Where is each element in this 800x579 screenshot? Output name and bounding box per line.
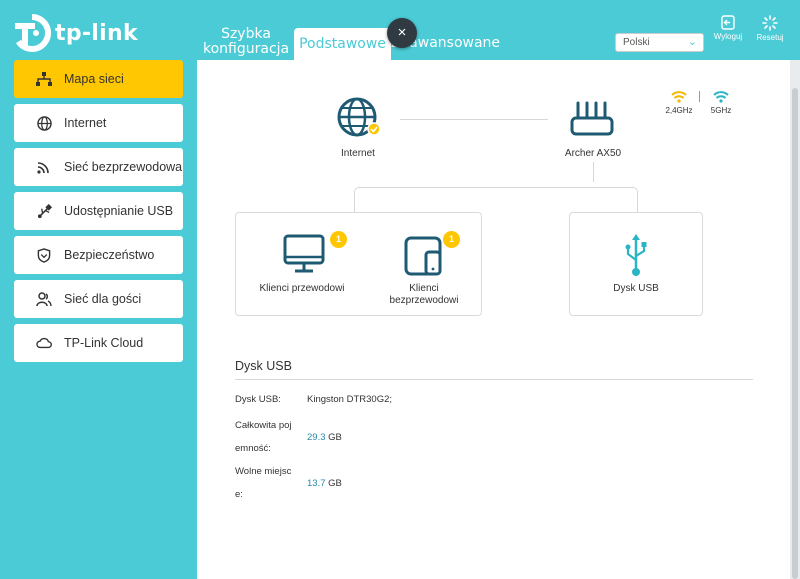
sidebar-item-label: Sieć bezprzewodowa — [64, 160, 183, 174]
internet-label: Internet — [341, 148, 375, 159]
free-space-number: 13.7 — [307, 478, 326, 489]
total-capacity-label-line1: Całkowita poj — [235, 420, 292, 431]
total-capacity-value: 29.3 GB — [307, 432, 342, 443]
globe-icon — [337, 97, 381, 137]
sidebar-item-tp-link-cloud[interactable]: TP-Link Cloud — [14, 324, 183, 362]
sidebar-item-security[interactable]: Bezpieczeństwo — [14, 236, 183, 274]
tab-quick-setup-line1: Szybka — [221, 26, 271, 42]
wifi-5ghz-icon — [713, 91, 729, 103]
tablet-phone-icon — [404, 236, 442, 276]
wifi-24ghz-indicator[interactable]: 2,4GHz — [664, 90, 694, 115]
cloud-icon — [36, 335, 52, 351]
sidebar-item-label: Udostępnianie USB — [64, 204, 174, 218]
total-capacity-label-line2: emność: — [235, 443, 271, 454]
reset-icon — [762, 15, 778, 31]
tree-connector — [354, 187, 638, 213]
usb-disk-field-label: Dysk USB: — [235, 394, 281, 405]
language-select[interactable]: Polski ⌄ — [615, 33, 704, 52]
usb-disk-field-value: Kingston DTR30G2; — [307, 394, 393, 405]
tp-link-logo: tp-link — [13, 14, 138, 52]
router-down-link — [593, 162, 594, 182]
wired-clients-label: Klienci przewodowi — [259, 283, 345, 294]
sidebar-item-label: TP-Link Cloud — [64, 336, 144, 350]
free-space-label: Wolne miejsc e: — [235, 460, 303, 506]
total-capacity-unit: GB — [328, 432, 342, 443]
internet-router-link — [400, 119, 548, 120]
wifi-divider — [699, 91, 700, 102]
scrollbar-thumb[interactable] — [792, 88, 798, 579]
tp-link-logo-icon — [15, 14, 51, 52]
sidebar-item-usb-sharing[interactable]: Udostępnianie USB — [14, 192, 183, 230]
usb-disk-node — [623, 232, 649, 278]
router-node[interactable] — [569, 100, 615, 140]
wifi-24ghz-label: 2,4GHz — [665, 106, 693, 115]
wireless-clients-label: Klienci bezprzewodowi — [376, 283, 472, 307]
tab-quick-setup[interactable]: Szybka konfiguracja — [203, 27, 289, 57]
wireless-clients-node[interactable] — [404, 236, 444, 276]
wireless-clients-label-line1: Klienci — [409, 283, 439, 294]
reset-label: Resetuj — [756, 33, 784, 42]
usb-section-title: Dysk USB — [235, 359, 292, 373]
router-icon — [570, 101, 614, 136]
free-space-label-line1: Wolne miejsc — [235, 466, 292, 477]
wifi-24ghz-icon — [671, 91, 687, 103]
sidebar-item-network-map[interactable]: Mapa sieci — [14, 60, 183, 98]
shield-icon — [36, 247, 52, 263]
logout-icon — [721, 15, 735, 30]
usb-section-divider — [235, 379, 753, 380]
sidebar-item-wireless[interactable]: Sieć bezprzewodowa — [14, 148, 183, 186]
logout-label: Wyloguj — [713, 32, 743, 41]
wireless-icon — [36, 159, 52, 175]
tab-quick-setup-line2: konfiguracja — [203, 41, 290, 57]
wireless-clients-count-badge: 1 — [443, 231, 460, 248]
tab-basic[interactable]: Podstawowe — [294, 28, 391, 60]
sidebar-item-label: Bezpieczeństwo — [64, 248, 155, 262]
free-space-label-line2: e: — [235, 489, 243, 500]
wifi-5ghz-indicator[interactable]: 5GHz — [708, 90, 734, 115]
free-space-value: 13.7 GB — [307, 478, 342, 489]
internet-node[interactable] — [335, 95, 385, 140]
total-capacity-label: Całkowita poj emność: — [235, 414, 303, 460]
sidebar-item-internet[interactable]: Internet — [14, 104, 183, 142]
sidebar-item-label: Mapa sieci — [64, 72, 124, 86]
chevron-down-icon: ⌄ — [687, 36, 697, 48]
guests-icon — [36, 291, 52, 307]
network-map-icon — [36, 71, 52, 87]
close-button[interactable]: × — [387, 18, 417, 48]
wireless-clients-label-line2: bezprzewodowi — [389, 295, 459, 306]
router-label: Archer AX50 — [564, 148, 622, 159]
wired-clients-count-badge: 1 — [330, 231, 347, 248]
wired-clients-node[interactable] — [282, 233, 328, 275]
reset-button[interactable]: Resetuj — [752, 15, 788, 42]
logo-text: tp-link — [55, 20, 138, 46]
wifi-5ghz-label: 5GHz — [710, 106, 732, 115]
free-space-unit: GB — [328, 478, 342, 489]
total-capacity-number: 29.3 — [307, 432, 326, 443]
usb-icon — [36, 203, 52, 219]
language-selected: Polski — [623, 37, 650, 48]
logout-button[interactable]: Wyloguj — [710, 15, 746, 41]
sidebar-item-label: Internet — [64, 116, 107, 130]
usb-disk-label: Dysk USB — [613, 283, 659, 294]
sidebar-item-guest-network[interactable]: Sieć dla gości — [14, 280, 183, 318]
sidebar-item-label: Sieć dla gości — [64, 292, 142, 306]
monitor-icon — [283, 234, 325, 273]
usb-icon — [625, 234, 647, 276]
globe-icon — [36, 115, 52, 131]
